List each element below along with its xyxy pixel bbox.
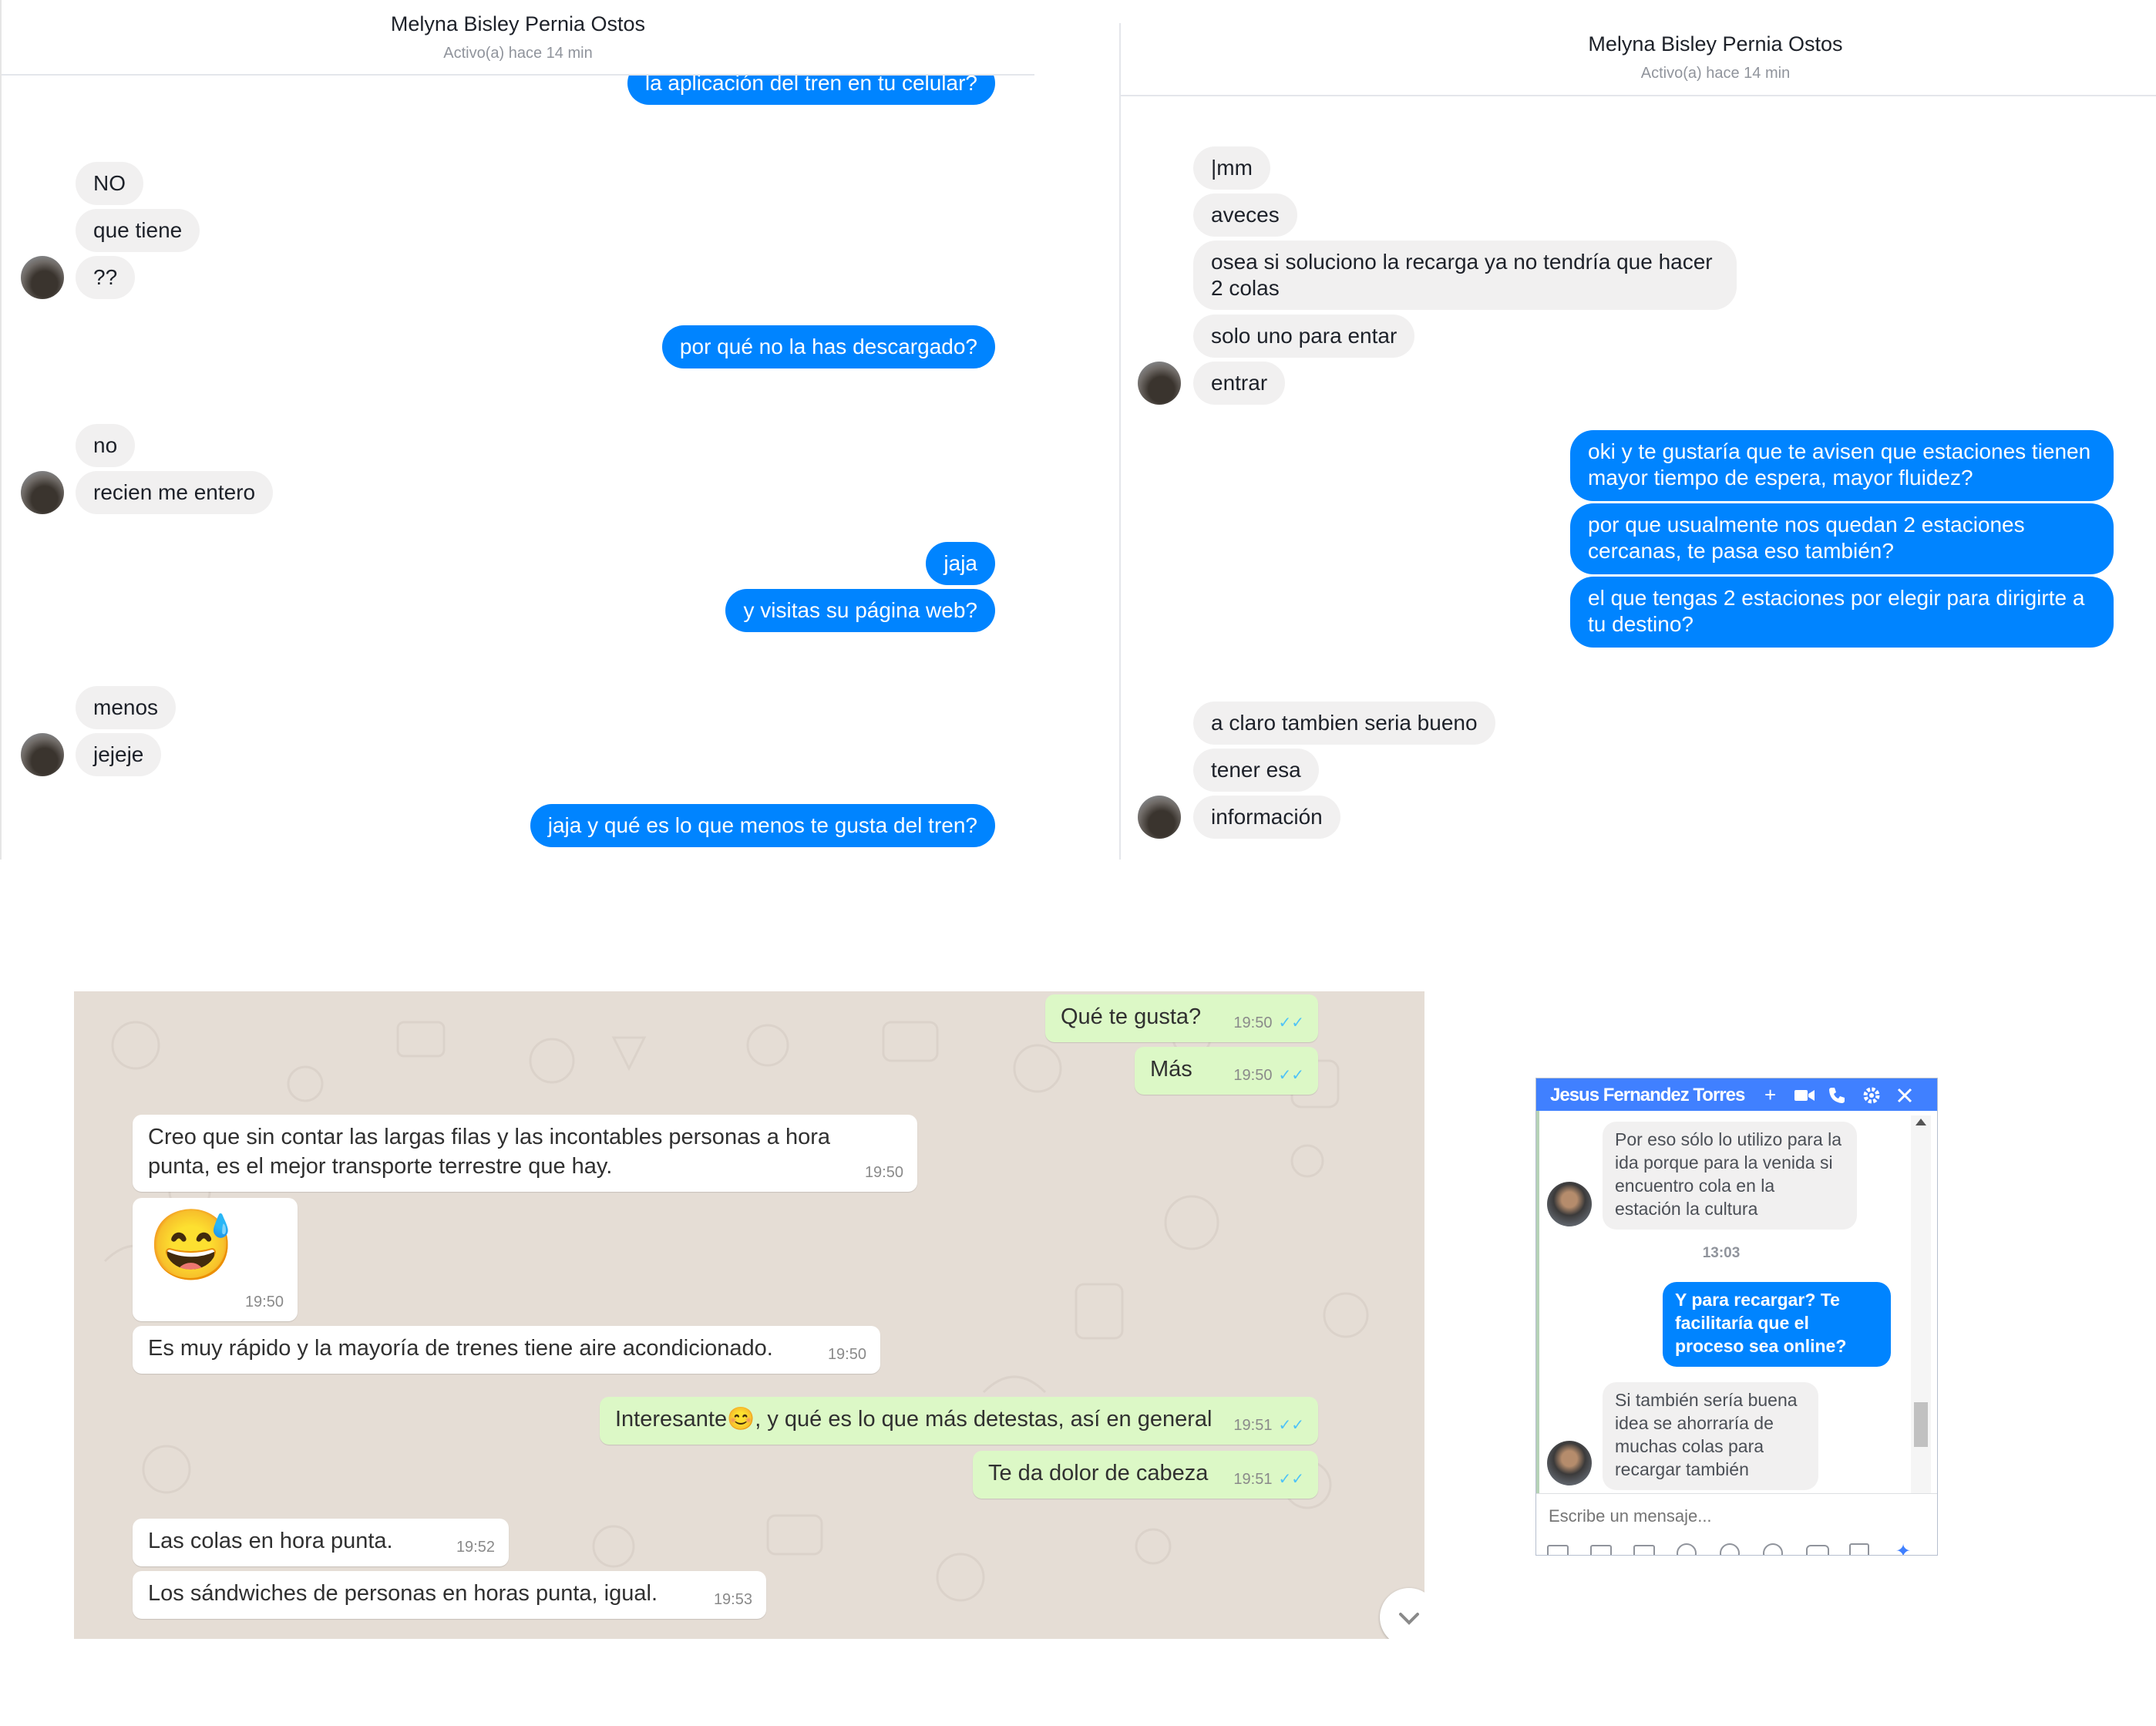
left-chat-pane: Melyna Bisley Pernia Ostos Activo(a) hac… [0,0,1034,860]
contact-avatar[interactable] [21,256,64,299]
message-time: 19:50 [244,1294,284,1310]
message-bubble[interactable]: por que usualmente nos quedan 2 estacion… [1570,503,2114,574]
location-icon[interactable] [1763,1543,1783,1555]
sticker-icon[interactable] [1633,1545,1655,1555]
message-time: 19:50 ✓✓ [1233,1014,1304,1031]
emoji-icon[interactable] [1677,1543,1697,1555]
contact-avatar[interactable] [21,471,64,514]
message-bubble[interactable]: Te da dolor de cabeza 19:51 ✓✓ [973,1451,1318,1499]
composer-toolbar: ✦ [1547,1540,1932,1555]
message-bubble[interactable]: por qué no la has descargado? [661,325,995,368]
message-bubble[interactable]: aveces [1193,193,1297,237]
gear-icon[interactable] [1862,1085,1882,1105]
message-bubble[interactable]: 😅 19:50 [133,1198,298,1321]
close-icon[interactable] [1895,1086,1914,1105]
read-ticks-icon: ✓✓ [1278,1067,1304,1084]
message-timestamp: 13:03 [1702,1245,1741,1261]
message-bubble[interactable]: el que tengas 2 estaciones por elegir pa… [1570,577,2114,648]
read-ticks-icon: ✓✓ [1278,1014,1304,1031]
message-time: 19:50 [827,1346,866,1363]
message-bubble[interactable]: que tiene [76,209,200,252]
file-icon[interactable] [1849,1543,1869,1555]
scroll-down-button[interactable] [1380,1588,1424,1639]
contact-avatar[interactable] [1547,1182,1592,1226]
message-time: 19:50 [864,1164,903,1181]
message-bubble[interactable]: jaja [926,542,995,585]
active-status: Activo(a) hace 14 min [1640,65,1791,82]
message-bubble[interactable]: |mm [1193,146,1270,190]
message-bubble[interactable]: a claro tambien seria bueno [1193,702,1495,745]
message-bubble[interactable]: y visitas su página web? [725,589,995,632]
message-text: Los sándwiches de personas en horas punt… [148,1581,658,1606]
message-bubble[interactable]: ?? [76,256,136,299]
video-icon[interactable] [1794,1088,1815,1103]
scroll-up-icon[interactable] [1916,1119,1926,1125]
left-edge-marker [1536,1111,1539,1512]
chat-header: Melyna Bisley Pernia Ostos Activo(a) hac… [1121,0,2156,96]
message-bubble[interactable]: oki y te gustaría que te avisen que esta… [1570,430,2114,501]
composer: ✦ [1536,1493,1937,1555]
message-text: Te da dolor de cabeza [988,1461,1209,1485]
message-bubble[interactable]: Interesante😊, y qué es lo que más detest… [600,1397,1318,1445]
message-bubble[interactable]: solo uno para entar [1193,315,1415,358]
message-text: Interesante😊, y qué es lo que más detest… [615,1407,1213,1432]
sweat-smile-emoji: 😅 [148,1207,235,1284]
message-bubble[interactable]: jaja y qué es lo que menos te gusta del … [530,804,995,847]
read-ticks-icon: ✓✓ [1278,1471,1304,1488]
message-time: 19:51 ✓✓ [1233,1417,1304,1434]
message-time: 19:51 ✓✓ [1233,1471,1304,1488]
message-bubble[interactable]: Las colas en hora punta. 19:52 [133,1519,509,1566]
message-input[interactable] [1547,1503,1905,1529]
message-bubble[interactable]: Y para recargar? Te facilitaría que el p… [1663,1282,1891,1367]
contact-avatar[interactable] [21,733,64,776]
message-text: Más [1150,1057,1192,1082]
message-bubble[interactable]: Es muy rápido y la mayoría de trenes tie… [133,1326,880,1374]
contact-name[interactable]: Melyna Bisley Pernia Ostos [2,12,1034,36]
message-bubble[interactable]: Creo que sin contar las largas filas y l… [133,1115,917,1192]
message-bubble[interactable]: Si también sería buena idea se ahorraría… [1603,1382,1818,1490]
fb-chat-widget: Jesus Fernandez Torres + Por eso sólo lo… [1535,1078,1938,1556]
contact-name[interactable]: Jesus Fernandez Torres [1550,1085,1747,1106]
message-bubble[interactable]: osea si soluciono la recarga ya no tendr… [1193,241,1737,310]
gif-icon[interactable] [1590,1545,1612,1555]
message-text: Las colas en hora punta. [148,1529,393,1553]
message-bubble[interactable]: menos [76,686,177,729]
active-status: Activo(a) hace 14 min [443,45,593,62]
message-bubble[interactable]: Qué te gusta? 19:50 ✓✓ [1045,994,1318,1042]
message-bubble[interactable]: entrar [1193,362,1286,405]
message-bubble[interactable]: Más 19:50 ✓✓ [1135,1047,1318,1095]
message-text: Qué te gusta? [1061,1004,1202,1029]
contact-name[interactable]: Melyna Bisley Pernia Ostos [1275,32,2156,56]
contact-avatar[interactable] [1138,362,1181,405]
contact-avatar[interactable] [1138,796,1181,839]
message-bubble[interactable]: jejeje [76,733,162,776]
message-time: 19:52 [456,1539,495,1556]
phone-icon[interactable] [1828,1086,1846,1105]
like-icon[interactable]: ✦ [1895,1540,1911,1555]
message-bubble[interactable]: NO [76,162,143,205]
message-text: Es muy rápido y la mayoría de trenes tie… [148,1336,773,1361]
camera-icon[interactable] [1806,1545,1829,1555]
message-bubble[interactable]: información [1193,796,1340,839]
message-text: Creo que sin contar las largas filas y l… [148,1125,830,1179]
message-time: 19:50 ✓✓ [1233,1067,1304,1084]
scrollbar-thumb[interactable] [1914,1402,1928,1447]
photo-icon[interactable] [1547,1545,1569,1555]
message-bubble[interactable]: recien me entero [76,471,274,514]
message-bubble[interactable]: Los sándwiches de personas en horas punt… [133,1571,766,1619]
message-bubble[interactable]: no [76,424,136,467]
message-bubble[interactable]: Por eso sólo lo utilizo para la ida porq… [1603,1122,1857,1230]
chat-header[interactable]: Jesus Fernandez Torres + [1536,1078,1937,1111]
chat-header: Melyna Bisley Pernia Ostos Activo(a) hac… [2,0,1034,76]
attachment-icon[interactable] [1720,1543,1740,1555]
message-time: 19:53 [713,1591,752,1608]
chevron-down-icon [1399,1613,1419,1625]
scrollbar[interactable] [1911,1115,1931,1515]
read-ticks-icon: ✓✓ [1278,1417,1304,1434]
right-chat-pane: Melyna Bisley Pernia Ostos Activo(a) hac… [1121,0,2156,860]
contact-avatar[interactable] [1547,1441,1592,1485]
message-bubble[interactable]: tener esa [1193,749,1319,792]
whatsapp-chat: Qué te gusta? 19:50 ✓✓ Más 19:50 ✓✓ Creo q… [74,991,1424,1639]
plus-icon[interactable]: + [1764,1083,1776,1106]
